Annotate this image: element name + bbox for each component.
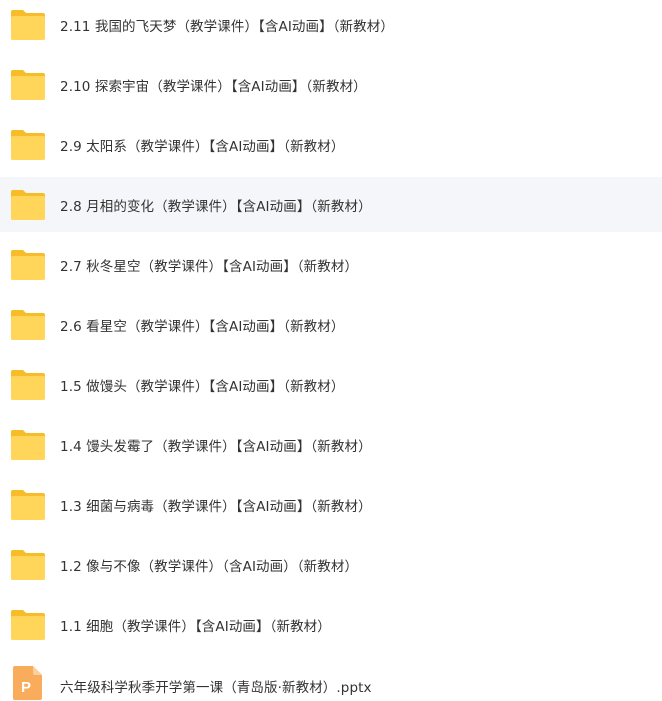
list-item[interactable]: 2.9 太阳系（教学课件）【含AI动画】（新教材） <box>0 117 662 172</box>
folder-icon <box>10 9 46 41</box>
item-name: 1.5 做馒头（教学课件）【含AI动画】（新教材） <box>60 378 345 395</box>
list-item[interactable]: 1.4 馒头发霉了（教学课件）【含AI动画】（新教材） <box>0 417 662 472</box>
folder-icon <box>10 129 46 161</box>
folder-icon <box>10 249 46 281</box>
item-name: 2.10 探索宇宙（教学课件）【含AI动画】（新教材） <box>60 78 367 95</box>
list-item[interactable]: 2.7 秋冬星空（教学课件）【含AI动画】（新教材） <box>0 237 662 292</box>
item-name: 2.11 我国的飞天梦（教学课件）【含AI动画】（新教材） <box>60 18 394 35</box>
folder-icon <box>10 309 46 341</box>
item-name: 2.8 月相的变化（教学课件）【含AI动画】（新教材） <box>60 198 372 215</box>
item-name: 1.4 馒头发霉了（教学课件）【含AI动画】（新教材） <box>60 438 372 455</box>
list-item[interactable]: 1.2 像与不像（教学课件）（含AI动画）（新教材） <box>0 537 662 592</box>
folder-icon <box>10 429 46 461</box>
folder-icon <box>10 609 46 641</box>
list-item[interactable]: 1.1 细胞（教学课件）【含AI动画】（新教材） <box>0 597 662 652</box>
folder-icon <box>10 369 46 401</box>
list-item[interactable]: 2.10 探索宇宙（教学课件）【含AI动画】（新教材） <box>0 57 662 112</box>
list-item[interactable]: 2.11 我国的飞天梦（教学课件）【含AI动画】（新教材） <box>0 0 662 52</box>
pptx-icon-letter: P <box>21 679 31 696</box>
item-name: 1.2 像与不像（教学课件）（含AI动画）（新教材） <box>60 558 359 575</box>
folder-icon <box>10 489 46 521</box>
list-item[interactable]: P 六年级科学秋季开学第一课（青岛版·新教材）.pptx <box>0 657 662 700</box>
item-name: 六年级科学秋季开学第一课（青岛版·新教材）.pptx <box>60 680 372 696</box>
item-name: 2.9 太阳系（教学课件）【含AI动画】（新教材） <box>60 138 345 155</box>
file-list: 2.11 我国的飞天梦（教学课件）【含AI动画】（新教材） 2.10 探索宇宙（… <box>0 0 662 700</box>
pptx-file-icon: P <box>12 665 44 701</box>
folder-icon <box>10 549 46 581</box>
list-item[interactable]: 1.5 做馒头（教学课件）【含AI动画】（新教材） <box>0 357 662 412</box>
item-name: 2.7 秋冬星空（教学课件）【含AI动画】（新教材） <box>60 258 359 275</box>
folder-icon <box>10 69 46 101</box>
list-item[interactable]: 2.6 看星空（教学课件）【含AI动画】（新教材） <box>0 297 662 352</box>
item-name: 2.6 看星空（教学课件）【含AI动画】（新教材） <box>60 318 345 335</box>
list-item[interactable]: 1.3 细菌与病毒（教学课件）【含AI动画】（新教材） <box>0 477 662 532</box>
item-name: 1.3 细菌与病毒（教学课件）【含AI动画】（新教材） <box>60 498 372 515</box>
list-item[interactable]: 2.8 月相的变化（教学课件）【含AI动画】（新教材） <box>0 177 662 232</box>
folder-icon <box>10 189 46 221</box>
item-name: 1.1 细胞（教学课件）【含AI动画】（新教材） <box>60 618 331 635</box>
